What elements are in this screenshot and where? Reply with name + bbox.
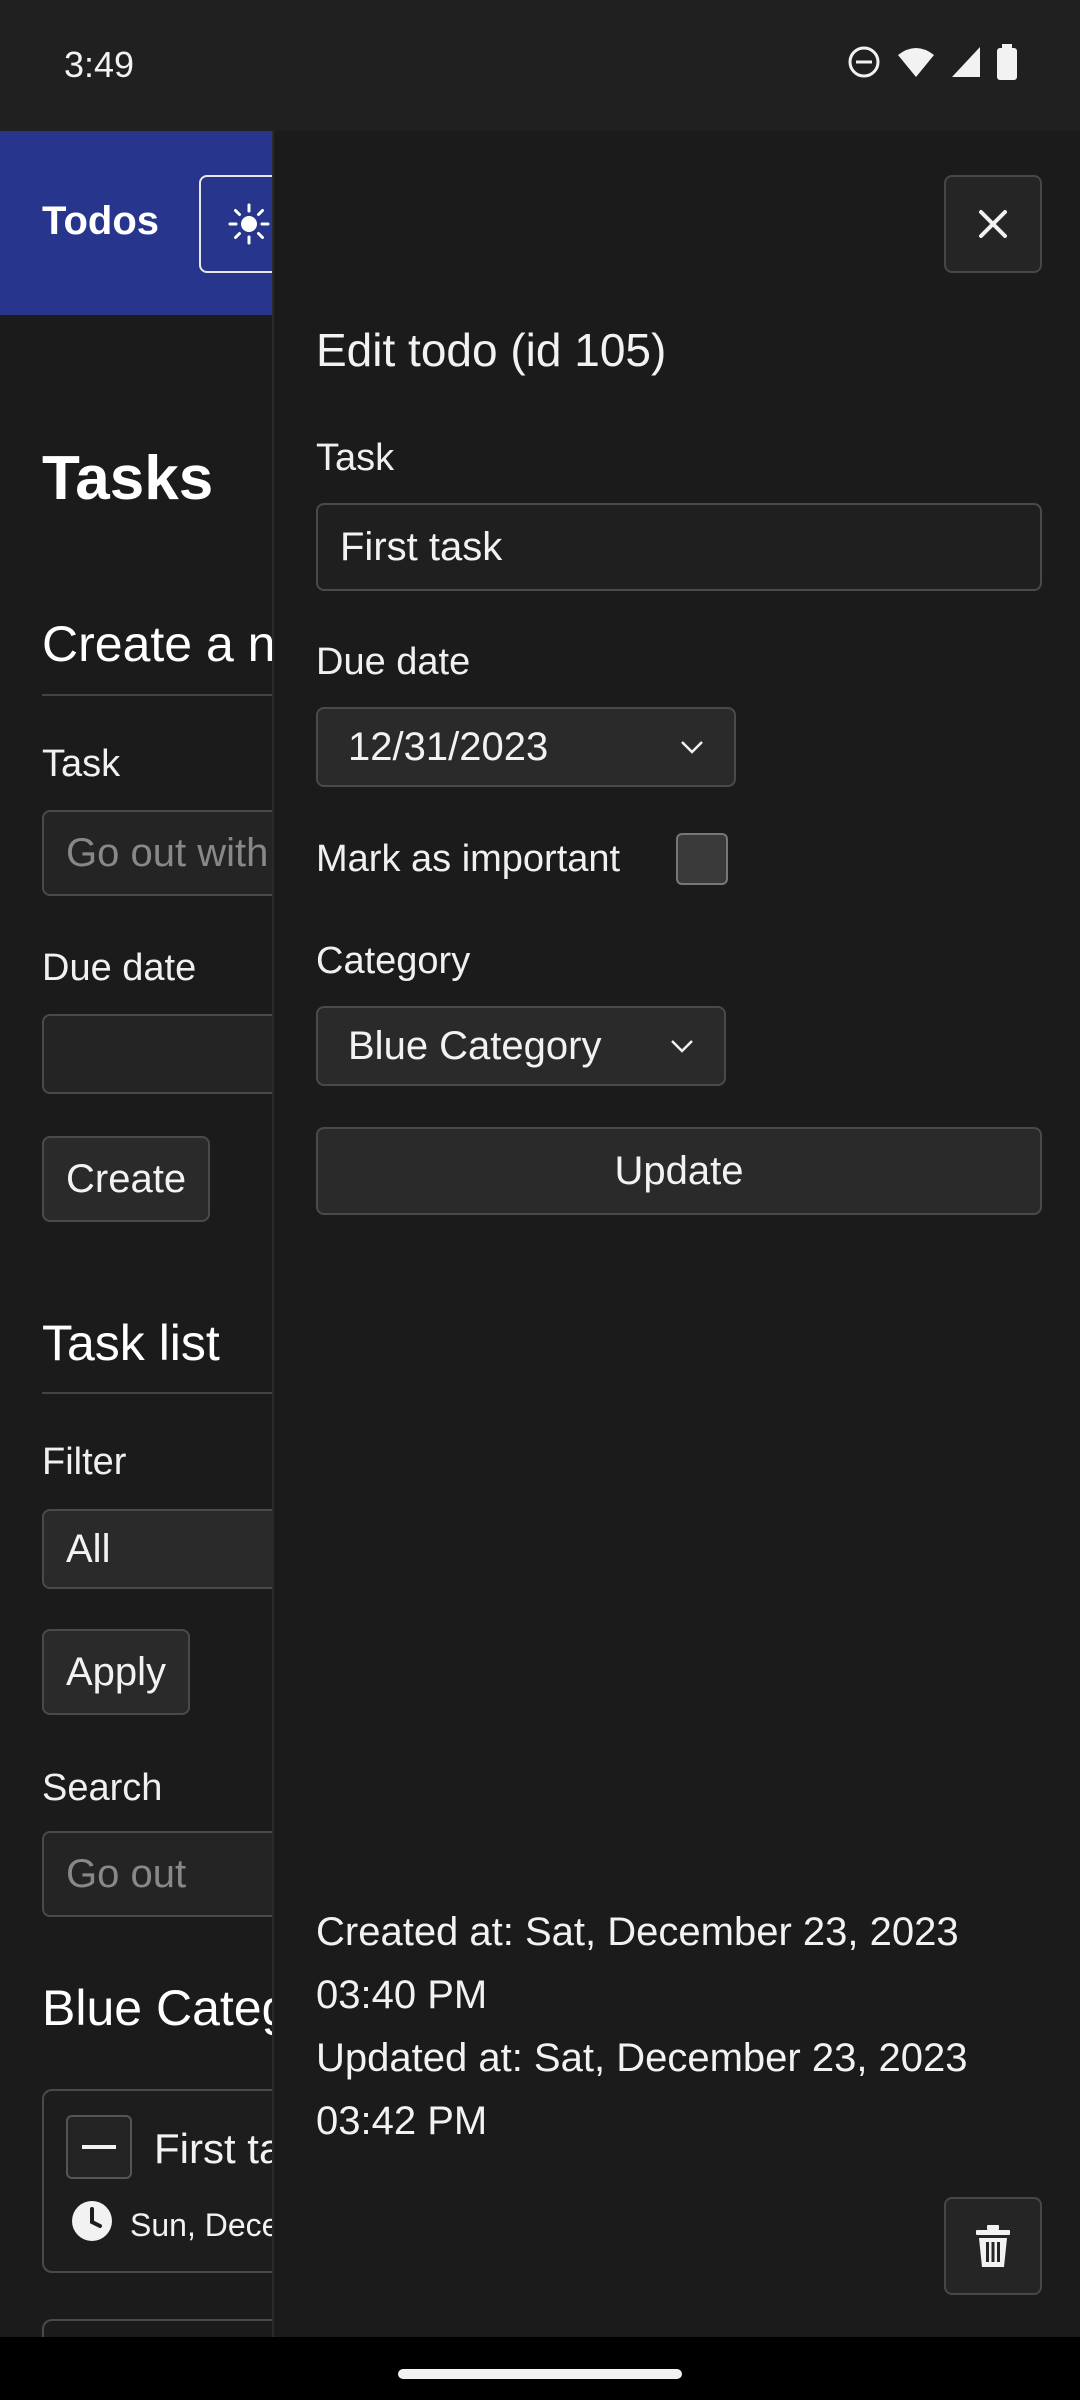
- status-icons: [846, 44, 1018, 80]
- important-checkbox[interactable]: [676, 833, 728, 885]
- update-button[interactable]: Update: [316, 1127, 1042, 1215]
- sun-icon: [228, 203, 270, 245]
- created-at: Created at: Sat, December 23, 2023 03:40…: [316, 1910, 959, 2017]
- close-button[interactable]: [944, 175, 1042, 273]
- due-date-select[interactable]: 12/31/2023: [316, 707, 736, 787]
- wifi-icon: [898, 48, 934, 77]
- task-label: Task: [316, 437, 395, 479]
- due-date-value: 12/31/2023: [348, 724, 549, 769]
- chevron-down-icon: [671, 1040, 693, 1053]
- drawer-title: Edit todo (id 105): [316, 324, 667, 376]
- navigation-bar: [0, 2337, 1080, 2400]
- important-label: Mark as important: [316, 838, 621, 880]
- filter-label: Filter: [42, 1441, 127, 1483]
- due-date-label: Due date: [316, 641, 471, 683]
- timestamps: Created at: Sat, December 23, 2023 03:40…: [316, 1901, 1042, 2153]
- search-label: Search: [42, 1767, 163, 1809]
- home-gesture-handle[interactable]: [398, 2369, 682, 2379]
- do-not-disturb-icon: [848, 46, 880, 78]
- create-due-date-label: Due date: [42, 947, 197, 989]
- edit-todo-drawer: Edit todo (id 105) Task First task Due d…: [272, 131, 1080, 2337]
- page-title: Tasks: [42, 444, 214, 513]
- apply-button[interactable]: Apply: [42, 1629, 191, 1715]
- battery-icon: [997, 44, 1017, 80]
- trash-icon: [976, 2225, 1010, 2267]
- category-heading: Blue Categ: [42, 1980, 290, 2036]
- signal-icon: [952, 47, 980, 77]
- category-select[interactable]: Blue Category: [316, 1006, 726, 1086]
- todo-title: First ta: [154, 2125, 283, 2172]
- status-bar: 3:49: [0, 0, 1080, 131]
- close-icon: [979, 210, 1007, 238]
- chevron-down-icon: [681, 741, 703, 754]
- app-brand[interactable]: Todos: [42, 199, 159, 244]
- create-button[interactable]: Create: [42, 1136, 211, 1222]
- clock-icon: [72, 2201, 112, 2241]
- todo-due: Sun, Dece: [130, 2207, 280, 2243]
- task-input[interactable]: First task: [316, 503, 1042, 591]
- minus-icon: [82, 2145, 116, 2149]
- complete-toggle-button[interactable]: [66, 2115, 132, 2179]
- category-label: Category: [316, 940, 471, 982]
- delete-button[interactable]: [944, 2197, 1042, 2295]
- status-time: 3:49: [64, 44, 135, 85]
- task-list-title: Task list: [42, 1315, 220, 1371]
- category-value: Blue Category: [348, 1023, 602, 1068]
- create-task-label: Task: [42, 743, 121, 785]
- create-section-title: Create a n: [42, 616, 276, 672]
- updated-at: Updated at: Sat, December 23, 2023 03:42…: [316, 2036, 968, 2143]
